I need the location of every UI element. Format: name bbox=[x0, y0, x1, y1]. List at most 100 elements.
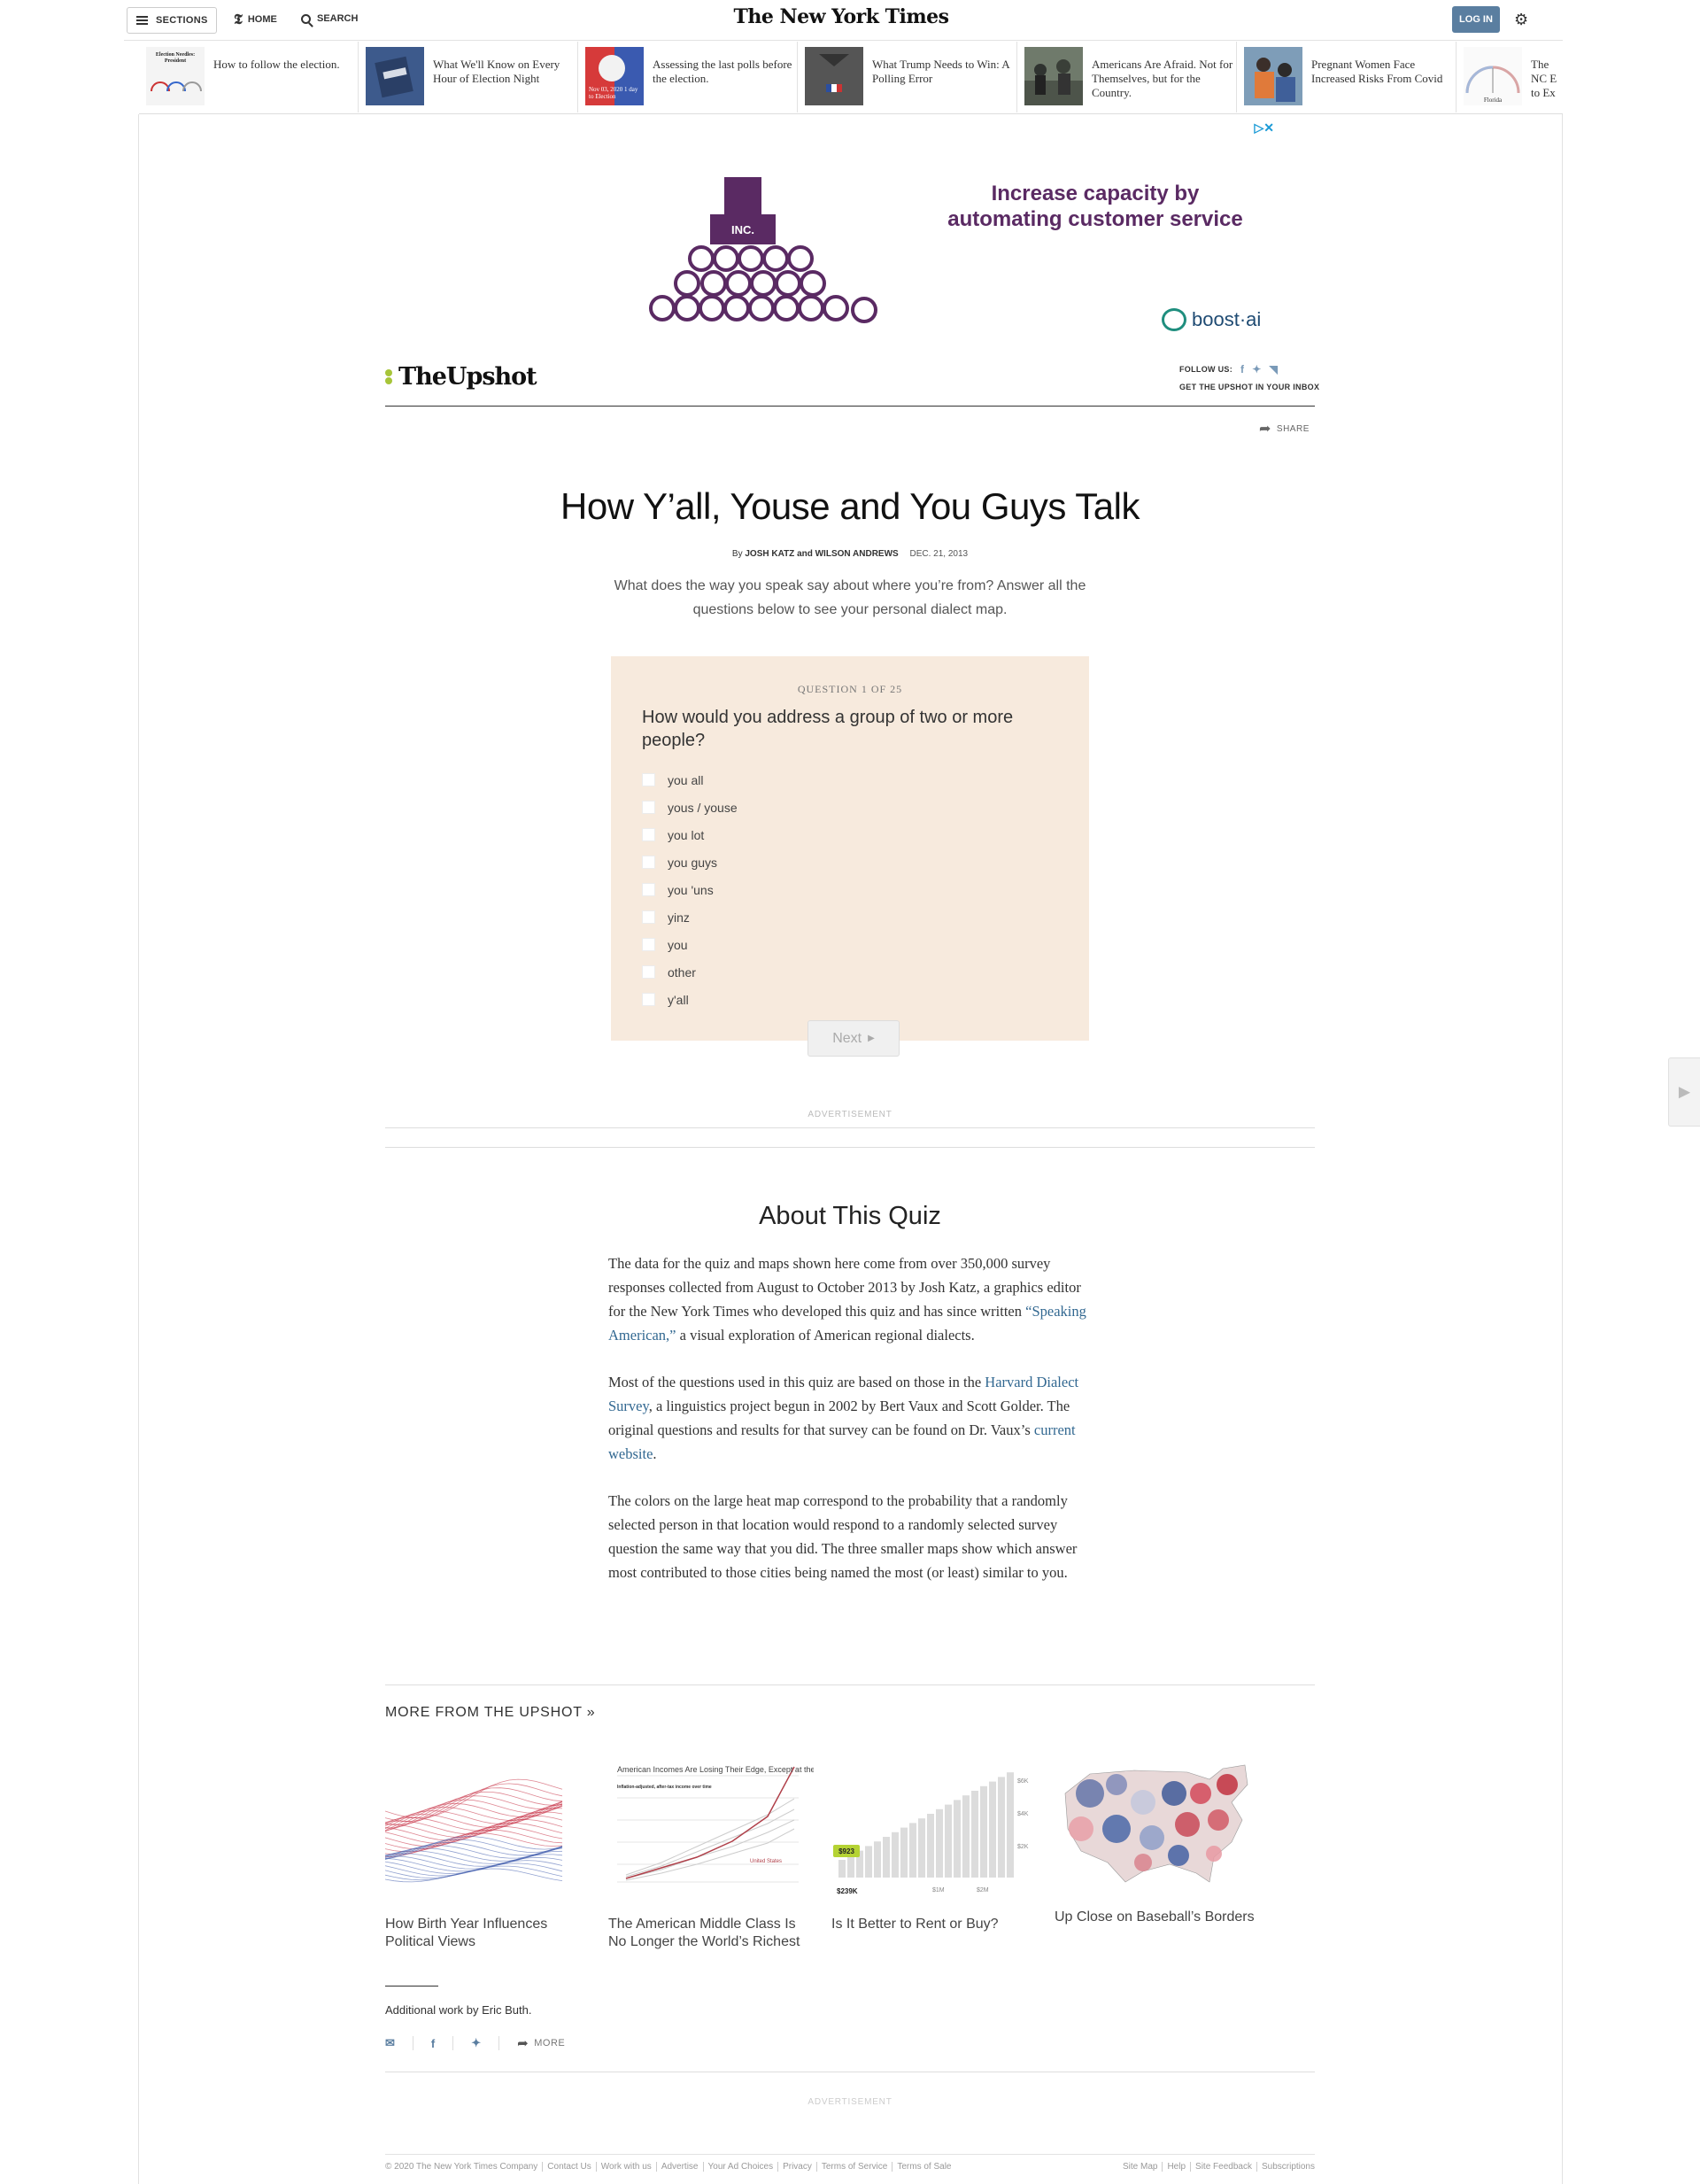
share-button[interactable]: ➦ SHARE bbox=[1259, 420, 1310, 438]
next-article-arrow[interactable]: ► bbox=[1668, 1057, 1700, 1127]
byline-prefix: By bbox=[731, 549, 743, 559]
ribbon-thumb bbox=[805, 47, 863, 105]
nyt-logo[interactable]: The New York Times bbox=[726, 5, 956, 28]
answer-option[interactable]: you lot bbox=[642, 821, 738, 848]
card-caption: Up Close on Baseball’s Borders bbox=[1055, 1909, 1255, 1925]
newsletter-link[interactable]: GET THE UPSHOT IN YOUR INBOX bbox=[1179, 383, 1319, 391]
facebook-icon[interactable]: f bbox=[431, 2037, 435, 2050]
footer-link[interactable]: Privacy bbox=[777, 2162, 816, 2172]
answer-option[interactable]: yinz bbox=[642, 903, 738, 931]
checkbox[interactable] bbox=[642, 910, 655, 924]
checkbox[interactable] bbox=[642, 993, 655, 1006]
footer-link[interactable]: Help bbox=[1162, 2162, 1190, 2172]
twitter-icon[interactable]: ✦ bbox=[471, 2036, 481, 2050]
thumb-y-tick: $2K bbox=[1017, 1844, 1029, 1850]
checkbox[interactable] bbox=[642, 856, 655, 869]
thumb-bar bbox=[936, 1808, 943, 1878]
about-paragraph: The data for the quiz and maps shown her… bbox=[608, 1251, 1093, 1347]
more-card[interactable]: $6K $4K $2K $923 $239K $1M $2M Is It Bet… bbox=[831, 1758, 1037, 1932]
text-run: , a linguistics project begun in 2002 by… bbox=[608, 1398, 1070, 1438]
follow-label: FOLLOW US: bbox=[1179, 365, 1232, 374]
footer-link[interactable]: Your Ad Choices bbox=[702, 2162, 778, 2172]
thumb-bar bbox=[1007, 1772, 1014, 1878]
answer-option[interactable]: y'all bbox=[642, 986, 738, 1013]
answer-option[interactable]: you guys bbox=[642, 848, 738, 876]
answer-label: yous / youse bbox=[668, 800, 738, 815]
more-card[interactable]: Up Close on Baseball’s Borders bbox=[1055, 1758, 1260, 1925]
footer-link[interactable]: Advertise bbox=[655, 2162, 703, 2172]
ribbon-thumb-caption: Nov 03, 2020 1 day to Election bbox=[589, 86, 638, 100]
footer-link[interactable]: Terms of Service bbox=[815, 2162, 892, 2172]
more-from-upshot-heading[interactable]: MORE FROM THE UPSHOT » bbox=[385, 1705, 595, 1721]
thumb-bar bbox=[971, 1791, 978, 1878]
ribbon-thumb: Florida bbox=[1464, 47, 1522, 105]
upshot-logo[interactable]: TheUpshot bbox=[385, 363, 537, 391]
answer-label: other bbox=[668, 964, 696, 980]
ribbon-thumb-caption: Election Needles: President bbox=[155, 52, 196, 64]
ribbon-title: Assessing the last polls before the elec… bbox=[653, 58, 792, 85]
answer-label: you all bbox=[668, 772, 704, 787]
rss-icon[interactable]: ◥ bbox=[1270, 363, 1279, 376]
footer-link[interactable]: Subscriptions bbox=[1256, 2162, 1315, 2172]
ribbon-item[interactable]: What We'll Know on Every Hour of Electio… bbox=[359, 42, 578, 112]
more-card[interactable]: American Incomes Are Losing Their Edge, … bbox=[608, 1758, 830, 1949]
footer-link[interactable]: Site Map bbox=[1123, 2162, 1162, 2172]
page-frame-left bbox=[138, 114, 139, 2184]
gear-icon[interactable]: ⚙ bbox=[1514, 12, 1528, 27]
footer-link[interactable]: Terms of Sale bbox=[892, 2162, 951, 2172]
facebook-icon[interactable]: f bbox=[1240, 363, 1244, 376]
checkbox[interactable] bbox=[642, 883, 655, 896]
more-share-button[interactable]: ➦ MORE bbox=[517, 2035, 565, 2051]
thumb-bar bbox=[874, 1841, 881, 1878]
ribbon-item[interactable]: Election Needles: President How to follo… bbox=[139, 42, 359, 112]
ribbon-item[interactable]: What Trump Needs to Win: A Polling Error bbox=[798, 42, 1017, 112]
next-button[interactable]: Next ▶ bbox=[808, 1020, 900, 1057]
search-link[interactable]: SEARCH bbox=[301, 13, 358, 24]
email-icon[interactable]: ✉ bbox=[385, 2036, 395, 2050]
thumb-line bbox=[384, 1815, 563, 1844]
checkbox[interactable] bbox=[642, 801, 655, 814]
sections-button[interactable]: SECTIONS bbox=[127, 7, 217, 34]
footer-link[interactable]: Site Feedback bbox=[1190, 2162, 1256, 2172]
home-link[interactable]: 𝕿 HOME bbox=[234, 12, 277, 27]
thumb-bar bbox=[838, 1860, 846, 1878]
checkbox[interactable] bbox=[642, 828, 655, 841]
chat-bubble-icon bbox=[1162, 308, 1186, 331]
about-heading: About This Quiz bbox=[759, 1202, 941, 1230]
ribbon-item[interactable]: Nov 03, 2020 1 day to Election Assessing… bbox=[578, 42, 798, 112]
checkbox[interactable] bbox=[642, 938, 655, 951]
thumb-badge: $923 bbox=[838, 1847, 854, 1855]
about-paragraph: Most of the questions used in this quiz … bbox=[608, 1370, 1093, 1466]
answer-option[interactable]: yous / youse bbox=[642, 794, 738, 821]
footer-link[interactable]: Work with us bbox=[595, 2162, 656, 2172]
answer-option[interactable]: you bbox=[642, 931, 738, 958]
ribbon-title: What Trump Needs to Win: A Polling Error bbox=[872, 58, 1009, 85]
ribbon-item[interactable]: Florida The NC E to Ex bbox=[1457, 42, 1563, 112]
ribbon-title: Americans Are Afraid. Not for Themselves… bbox=[1092, 58, 1233, 99]
thumb-bar bbox=[927, 1814, 934, 1878]
divider bbox=[498, 2036, 500, 2050]
thumb-bar bbox=[918, 1818, 925, 1878]
divider bbox=[385, 1127, 1315, 1128]
answer-option[interactable]: other bbox=[642, 958, 738, 986]
banner-ad[interactable]: ▷✕ INC. Increase capacity by automating … bbox=[418, 115, 1281, 347]
card-caption: The American Middle Class Is No Longer t… bbox=[608, 1917, 800, 1949]
adchoices-icon[interactable]: ▷✕ bbox=[1255, 120, 1275, 136]
ribbon-item[interactable]: Americans Are Afraid. Not for Themselves… bbox=[1017, 42, 1237, 112]
login-button[interactable]: LOG IN bbox=[1452, 6, 1500, 33]
twitter-icon[interactable]: ✦ bbox=[1252, 363, 1261, 376]
answer-option[interactable]: you all bbox=[642, 766, 738, 794]
byline-authors[interactable]: JOSH KATZ and WILSON ANDREWS bbox=[745, 549, 898, 559]
thumb-bar bbox=[900, 1827, 908, 1878]
checkbox[interactable] bbox=[642, 773, 655, 786]
ribbon-item[interactable]: Pregnant Women Face Increased Risks From… bbox=[1237, 42, 1457, 112]
checkbox[interactable] bbox=[642, 965, 655, 979]
article-dek: What does the way you speak say about wh… bbox=[614, 578, 1086, 617]
footer-link[interactable]: Contact Us bbox=[542, 2162, 595, 2172]
card-thumb bbox=[384, 1758, 591, 1895]
ad-headline: Increase capacity by automating customer… bbox=[947, 182, 1243, 231]
play-arrow-icon: ► bbox=[1674, 1080, 1695, 1103]
search-label: SEARCH bbox=[317, 13, 359, 24]
more-card[interactable]: How Birth Year Influences Political View… bbox=[384, 1758, 591, 1949]
answer-option[interactable]: you 'uns bbox=[642, 876, 738, 903]
